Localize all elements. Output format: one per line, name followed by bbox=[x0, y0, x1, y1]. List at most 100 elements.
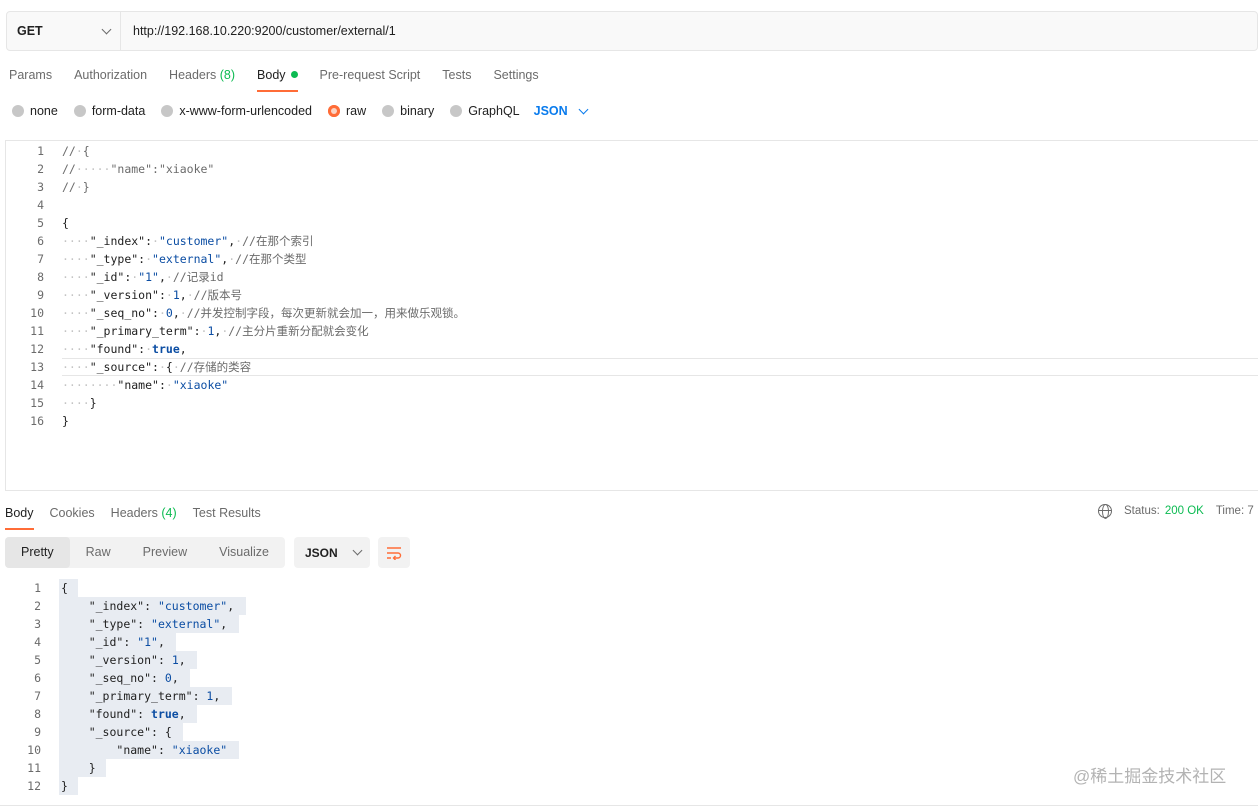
code-token: "customer" bbox=[158, 234, 229, 248]
code-line: 3 //·} bbox=[6, 178, 1258, 196]
line-number: 11 bbox=[27, 761, 41, 775]
response-tab-headers[interactable]: Headers (4) bbox=[106, 501, 182, 525]
code-token: · bbox=[172, 360, 180, 374]
tab-tests[interactable]: Tests bbox=[433, 62, 480, 88]
view-mode-pretty[interactable]: Pretty bbox=[5, 537, 70, 568]
code-line: 14 ········"name":·"xiaoke" bbox=[6, 376, 1258, 394]
line-number: 4 bbox=[34, 635, 41, 649]
response-tab-cookies[interactable]: Cookies bbox=[45, 501, 100, 525]
tab-pre-request-script[interactable]: Pre-request Script bbox=[311, 62, 430, 88]
code-token: : bbox=[123, 635, 138, 649]
code-token: : bbox=[144, 599, 158, 613]
code-token: , bbox=[157, 635, 165, 649]
code-token: ···· bbox=[62, 324, 90, 338]
code-token: "_id" bbox=[88, 635, 124, 649]
code-token: ···· bbox=[62, 288, 90, 302]
code-token: } bbox=[89, 396, 97, 410]
wrap-lines-button[interactable] bbox=[378, 537, 410, 568]
code-text: "_type": "external", bbox=[61, 617, 228, 631]
tab-authorization[interactable]: Authorization bbox=[65, 62, 156, 88]
code-token: //在那个类型 bbox=[235, 252, 307, 266]
tab-label: Body bbox=[5, 506, 34, 520]
code-text: { bbox=[61, 581, 68, 595]
request-url-bar: GET http://192.168.10.220:9200/customer/… bbox=[6, 11, 1258, 51]
code-token: } bbox=[62, 414, 69, 428]
radio-icon[interactable] bbox=[161, 105, 174, 117]
code-token: : bbox=[137, 707, 152, 721]
view-mode-toggle: Pretty Raw Preview Visualize bbox=[5, 537, 285, 568]
response-body-viewer[interactable]: 1{2 "_index": "customer", 3 "_type": "ext… bbox=[0, 578, 1258, 807]
body-format-select[interactable]: JSON bbox=[534, 104, 589, 118]
time-label[interactable]: Time: 7 bbox=[1216, 505, 1254, 517]
line-number: 9 bbox=[34, 725, 41, 739]
radio-icon[interactable] bbox=[450, 105, 463, 117]
tab-label: Pre-request Script bbox=[319, 68, 421, 82]
code-token: "_source" bbox=[89, 360, 153, 374]
body-type-x-www-form-urlencoded[interactable]: x-www-form-urlencoded bbox=[161, 104, 312, 118]
radio-icon[interactable] bbox=[12, 105, 24, 117]
tab-params[interactable]: Params bbox=[0, 62, 61, 88]
tab-settings[interactable]: Settings bbox=[484, 62, 547, 88]
url-input[interactable]: http://192.168.10.220:9200/customer/exte… bbox=[121, 12, 396, 50]
code-token: ···· bbox=[62, 378, 90, 392]
view-mode-visualize[interactable]: Visualize bbox=[203, 537, 285, 568]
code-token: : bbox=[158, 288, 166, 302]
code-line: 12} bbox=[0, 777, 1258, 795]
body-type-raw[interactable]: raw bbox=[328, 104, 366, 118]
code-token: : bbox=[152, 360, 159, 374]
code-token: · bbox=[145, 342, 153, 356]
line-number: 13 bbox=[30, 360, 44, 374]
tab-label: Body bbox=[257, 68, 286, 82]
tab-label: Cookies bbox=[49, 506, 95, 520]
response-tab-test-results[interactable]: Test Results bbox=[188, 501, 266, 525]
code-line: 10 "name": "xiaoke" bbox=[0, 741, 1258, 759]
code-token: } bbox=[88, 761, 96, 775]
code-token: : bbox=[193, 324, 201, 338]
code-line: 13 ····"_source":·{·//存储的类容 bbox=[6, 358, 1258, 376]
code-line: 4 bbox=[6, 196, 1258, 214]
response-tab-body[interactable]: Body bbox=[0, 501, 39, 530]
code-text: ····"_source":·{·//存储的类容 bbox=[62, 359, 251, 375]
code-text: } bbox=[62, 414, 69, 428]
code-text: ····"_id":·"1",·//记录id bbox=[62, 269, 224, 285]
tab-label: Tests bbox=[442, 68, 472, 82]
code-text: } bbox=[61, 761, 96, 775]
code-token: 0 bbox=[165, 306, 173, 320]
tab-body[interactable]: Body bbox=[248, 62, 307, 92]
body-type-graphql[interactable]: GraphQL bbox=[450, 104, 520, 118]
body-type-form-data[interactable]: form-data bbox=[73, 104, 145, 118]
line-number: 16 bbox=[30, 414, 44, 428]
bottom-divider bbox=[0, 805, 1258, 806]
tab-headers[interactable]: Headers (8) bbox=[160, 62, 244, 88]
code-token: · bbox=[165, 270, 173, 284]
view-mode-raw[interactable]: Raw bbox=[70, 537, 127, 568]
request-body-editor[interactable]: 1//·{2//·····"name":"xiaoke" 3//·} 4 5{6 ···… bbox=[5, 140, 1258, 491]
line-number: 14 bbox=[30, 378, 44, 392]
code-token: "1" bbox=[137, 635, 158, 649]
code-token: "_version" bbox=[88, 653, 158, 667]
method-select[interactable]: GET bbox=[7, 12, 121, 50]
method-label: GET bbox=[17, 24, 43, 38]
code-token: : { bbox=[151, 725, 172, 739]
radio-icon[interactable] bbox=[73, 105, 86, 117]
body-type-binary[interactable]: binary bbox=[382, 104, 434, 118]
line-number: 11 bbox=[30, 324, 44, 338]
code-text: "name": "xiaoke" bbox=[61, 743, 227, 757]
code-token: 1 bbox=[171, 653, 179, 667]
code-token: · bbox=[186, 288, 194, 302]
body-type-none[interactable]: none bbox=[12, 104, 58, 118]
code-token: "found" bbox=[88, 707, 138, 721]
code-token: "name":"xiaoke" bbox=[110, 162, 215, 176]
tab-label: Headers bbox=[169, 68, 217, 82]
view-mode-preview[interactable]: Preview bbox=[127, 537, 203, 568]
status-value[interactable]: 200 OK bbox=[1165, 505, 1204, 517]
radio-icon[interactable] bbox=[382, 105, 395, 117]
code-token: "_type" bbox=[89, 252, 139, 266]
radio-icon[interactable] bbox=[328, 105, 340, 117]
globe-icon[interactable] bbox=[1098, 504, 1112, 519]
code-token: , bbox=[220, 617, 228, 631]
response-format-select[interactable]: JSON bbox=[294, 537, 370, 568]
